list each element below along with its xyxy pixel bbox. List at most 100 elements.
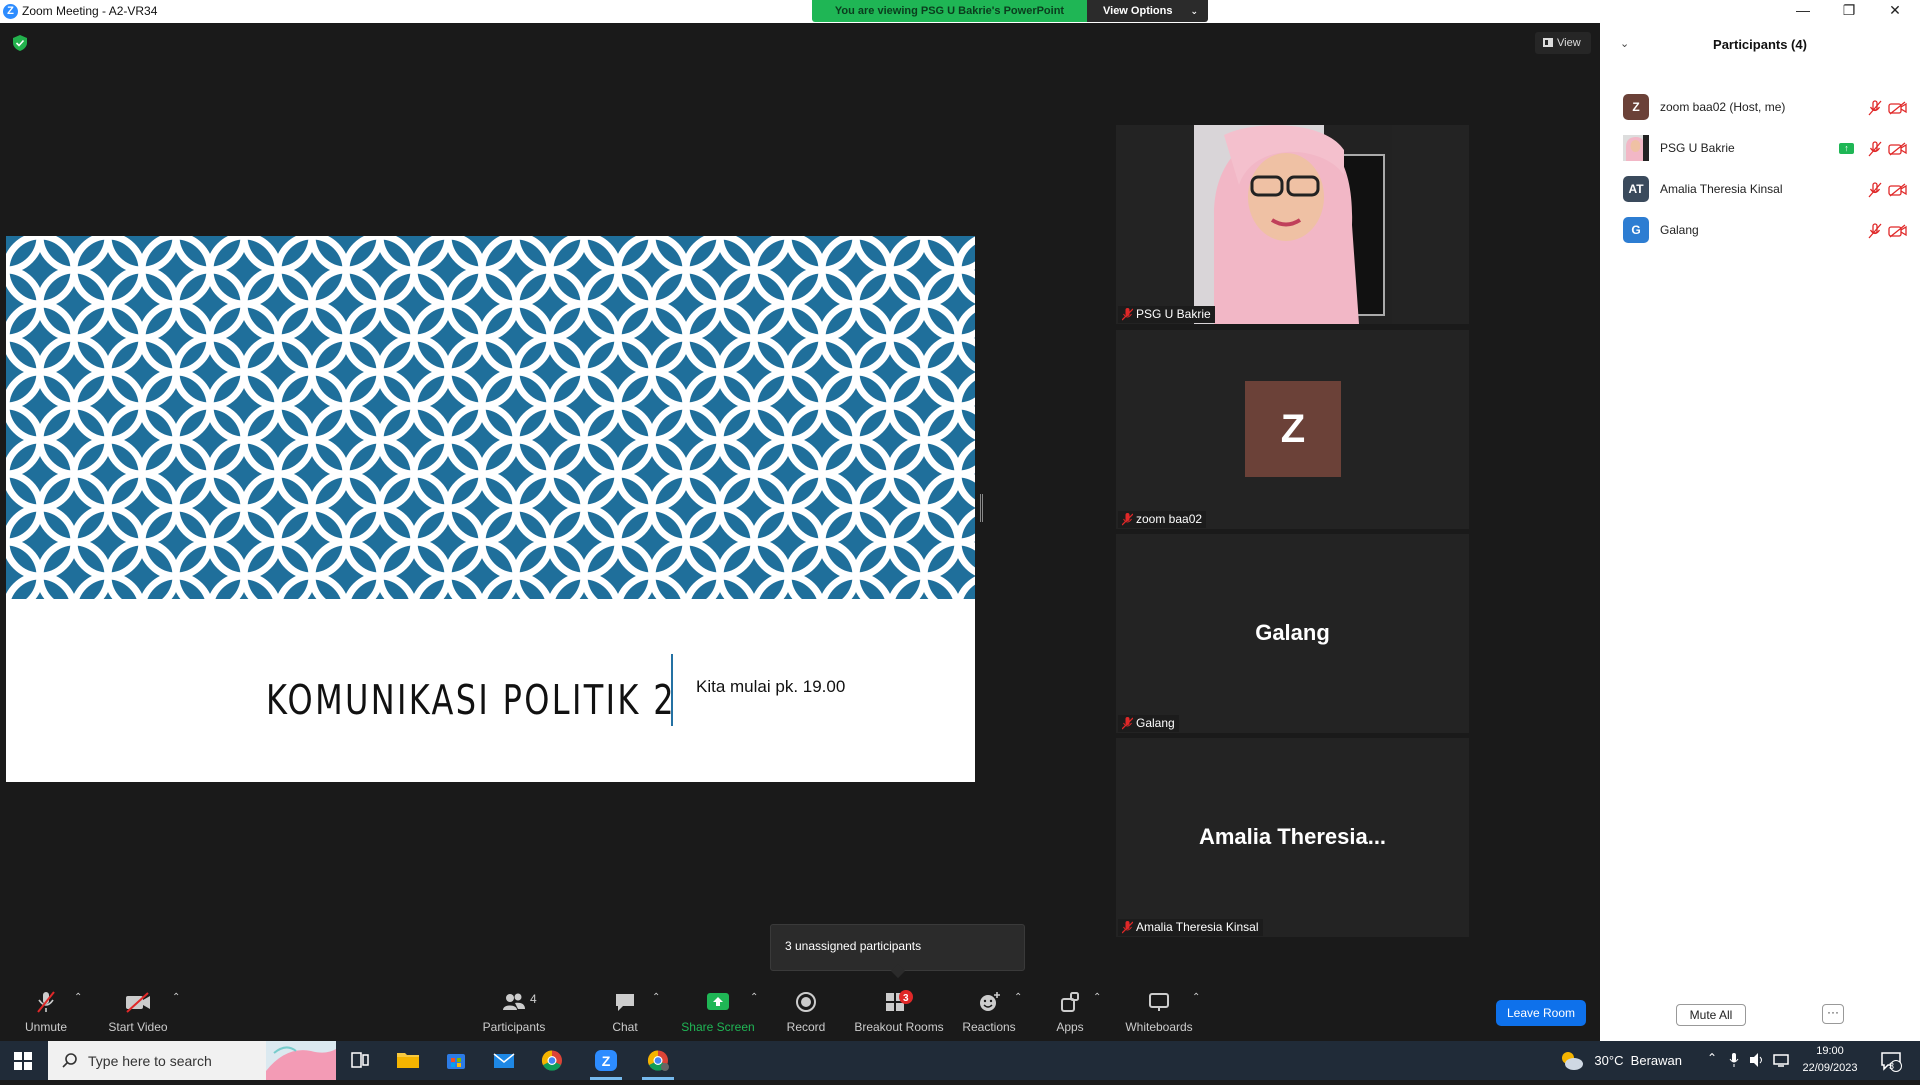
clock-time[interactable]: 19:00: [1798, 1045, 1862, 1057]
apps-options-caret[interactable]: ⌃: [1091, 983, 1103, 1041]
minimize-button[interactable]: —: [1780, 0, 1826, 22]
participant-name: Amalia Theresia Kinsal: [1660, 182, 1783, 196]
more-options-button[interactable]: ···: [1822, 1004, 1844, 1024]
reactions-options-caret[interactable]: ⌃: [1012, 983, 1024, 1041]
speaker-icon[interactable]: [1748, 1052, 1766, 1068]
slide-divider: [671, 654, 673, 726]
chat-icon: [616, 994, 634, 1011]
search-placeholder: Type here to search: [88, 1053, 212, 1069]
encryption-shield-icon: [13, 35, 27, 51]
zoom-logo-icon: Z: [3, 4, 18, 19]
video-tile[interactable]: PSG U Bakrie: [1116, 125, 1469, 324]
record-button[interactable]: Record: [770, 983, 842, 1041]
slide-pattern: [6, 236, 975, 599]
screen-share-icon: ↑: [1839, 143, 1854, 154]
breakout-rooms-button[interactable]: 3 Breakout Rooms: [852, 983, 946, 1041]
apps-icon: [1061, 992, 1079, 1012]
muted-mic-icon: [1122, 921, 1133, 934]
zoom-taskbar-icon[interactable]: Z: [582, 1041, 630, 1080]
participants-label: Participants: [482, 1020, 546, 1034]
weather-cloud-icon: [1562, 1052, 1583, 1070]
whiteboards-label: Whiteboards: [1125, 1020, 1193, 1034]
participant-name: Galang: [1660, 223, 1699, 237]
slide-title: KOMUNIKASI POLITIK 2: [266, 676, 676, 724]
muted-mic-icon: [1868, 141, 1882, 157]
chrome-profile-icon[interactable]: [634, 1041, 682, 1080]
weather-text[interactable]: 30°C Berawan: [1594, 1053, 1682, 1068]
leave-room-button[interactable]: Leave Room: [1496, 1000, 1586, 1026]
window-title: Zoom Meeting - A2-VR34: [22, 4, 158, 18]
breakout-rooms-icon: [886, 990, 913, 1011]
grid-view-icon: [1543, 38, 1553, 47]
store-icon[interactable]: [432, 1041, 480, 1080]
participant-video: [1194, 125, 1392, 324]
taskbar-search-box[interactable]: Type here to search: [48, 1041, 336, 1080]
video-off-icon: [1888, 224, 1907, 238]
task-view-icon[interactable]: [336, 1041, 384, 1080]
tile-display-name: Galang: [1255, 620, 1330, 645]
participants-panel-title: Participants (4): [1713, 37, 1807, 52]
share-screen-label: Share Screen: [681, 1020, 755, 1034]
view-button[interactable]: View: [1535, 32, 1591, 54]
reactions-icon: [980, 992, 1000, 1011]
mute-all-button[interactable]: Mute All: [1676, 1004, 1746, 1026]
slide-subtitle: Kita mulai pk. 19.00: [696, 677, 846, 696]
chevron-up-icon[interactable]: ⌃: [1707, 1051, 1717, 1065]
whiteboards-button[interactable]: Whiteboards: [1118, 983, 1200, 1041]
video-options-caret[interactable]: ⌃: [170, 983, 182, 1041]
start-video-button[interactable]: Start Video: [102, 983, 174, 1041]
tooltip-text: 3 unassigned participants: [785, 939, 922, 953]
participant-row[interactable]: Z zoom baa02 (Host, me): [1600, 88, 1920, 128]
participants-count: 4: [530, 992, 537, 1006]
video-off-icon: [1888, 183, 1907, 197]
tile-name-label: PSG U Bakrie: [1118, 306, 1215, 323]
record-label: Record: [786, 1020, 826, 1034]
split-handle[interactable]: [980, 494, 983, 522]
share-options-caret[interactable]: ⌃: [748, 983, 760, 1041]
breakout-rooms-label: Breakout Rooms: [854, 1020, 944, 1034]
tile-name: Amalia Theresia Kinsal: [1136, 920, 1259, 934]
breakout-tooltip: 3 unassigned participants: [770, 924, 1025, 979]
restore-button[interactable]: ❐: [1826, 0, 1872, 22]
whiteboard-icon: [1149, 993, 1169, 1011]
clock-date[interactable]: 22/09/2023: [1798, 1062, 1862, 1074]
video-off-icon: [1888, 142, 1907, 156]
mail-icon[interactable]: [480, 1041, 528, 1080]
participant-row[interactable]: PSG U Bakrie ↑: [1600, 129, 1920, 169]
start-video-label: Start Video: [108, 1020, 168, 1034]
tile-name: zoom baa02: [1136, 512, 1203, 526]
shared-slide: KOMUNIKASI POLITIK 2 Kita mulai pk. 19.0…: [6, 236, 975, 782]
avatar: [1623, 135, 1649, 161]
view-options-button[interactable]: View Options ⌄: [1087, 0, 1208, 22]
tile-name-label: Amalia Theresia Kinsal: [1118, 919, 1263, 936]
breakout-badge: 3: [903, 993, 909, 1004]
notification-count: 3: [1888, 1061, 1894, 1071]
muted-mic-icon: [1122, 717, 1133, 730]
tile-display-name: Amalia Theresia...: [1198, 824, 1387, 849]
network-icon[interactable]: [1772, 1052, 1790, 1068]
search-highlight-icon: [266, 1041, 336, 1080]
muted-mic-icon: [1868, 182, 1882, 198]
participants-panel: ⌄ Participants (4) Z zoom baa02 (Host, m…: [1600, 23, 1920, 1041]
chevron-down-icon: ⌄: [1190, 6, 1198, 16]
windows-start-icon[interactable]: [14, 1052, 32, 1070]
view-options-label: View Options: [1103, 5, 1173, 17]
participant-row[interactable]: G Galang: [1600, 211, 1920, 251]
record-icon: [796, 992, 816, 1012]
audio-options-caret[interactable]: ⌃: [72, 983, 84, 1041]
chrome-icon[interactable]: [528, 1041, 576, 1080]
chat-options-caret[interactable]: ⌃: [650, 983, 662, 1041]
share-screen-button[interactable]: Share Screen: [680, 983, 756, 1041]
video-off-icon: [126, 992, 150, 1013]
video-tile[interactable]: Amalia Theresia... Amalia Theresia Kinsa…: [1116, 738, 1469, 937]
video-tile[interactable]: Galang Galang: [1116, 534, 1469, 733]
participant-row[interactable]: AT Amalia Theresia Kinsal: [1600, 170, 1920, 210]
video-tile[interactable]: Z zoom baa02: [1116, 330, 1469, 529]
microphone-icon[interactable]: [1728, 1052, 1740, 1068]
close-button[interactable]: ✕: [1872, 0, 1918, 22]
whiteboards-options-caret[interactable]: ⌃: [1190, 983, 1202, 1041]
muted-mic-icon: [1122, 513, 1133, 526]
tile-name-label: Galang: [1118, 715, 1179, 732]
participants-button[interactable]: 4 Participants: [478, 983, 550, 1041]
file-explorer-icon[interactable]: [384, 1041, 432, 1080]
